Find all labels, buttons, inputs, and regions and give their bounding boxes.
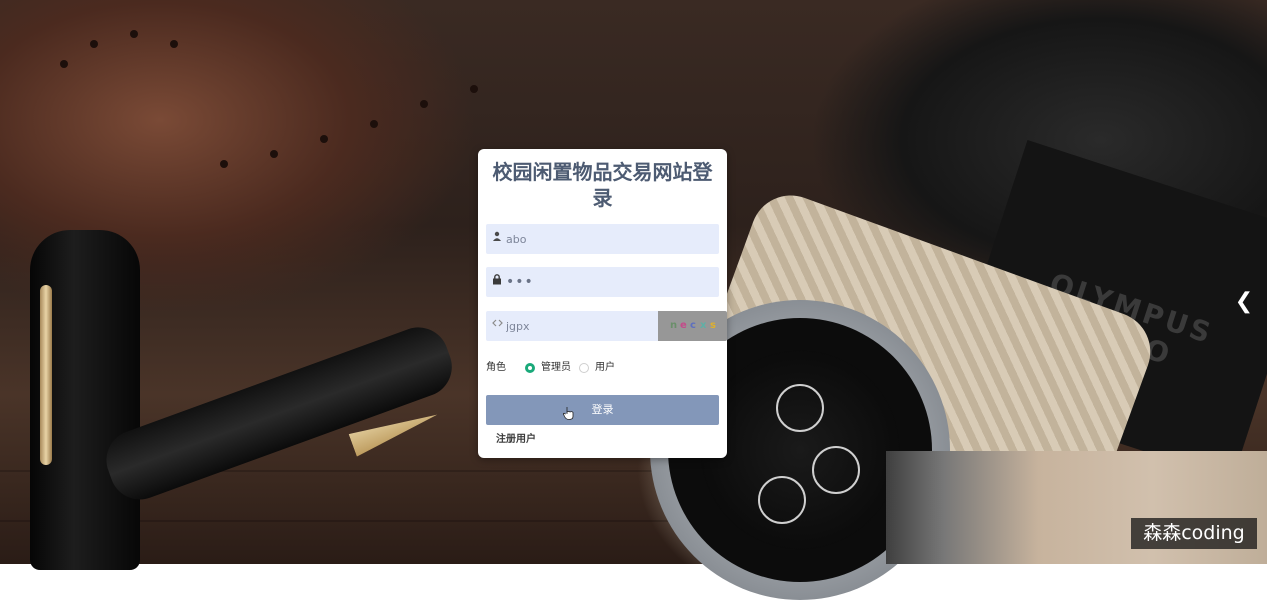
captcha-char: c xyxy=(690,320,696,331)
username-input[interactable] xyxy=(506,228,656,250)
shoe-perforation xyxy=(270,150,278,158)
captcha-char: s xyxy=(710,320,716,331)
login-button[interactable]: 登录 xyxy=(486,395,719,425)
captcha-image[interactable]: n e c x s xyxy=(658,311,727,341)
role-radio-admin[interactable] xyxy=(525,363,535,373)
shoe-perforation xyxy=(90,40,98,48)
username-field[interactable] xyxy=(486,224,719,254)
page-title: 校园闲置物品交易网站登录 xyxy=(492,160,713,210)
captcha-input[interactable] xyxy=(506,315,656,337)
captcha-char: n xyxy=(670,320,678,331)
register-link[interactable]: 注册用户 xyxy=(496,430,536,445)
shoe-perforation xyxy=(170,40,178,48)
lock-icon xyxy=(490,274,504,290)
captcha-char: x xyxy=(700,320,707,331)
password-field[interactable] xyxy=(486,267,719,297)
watch-dial xyxy=(700,350,900,550)
login-card: 校园闲置物品交易网站登录 n e c x s 角色 管理员 用户 登录 xyxy=(478,149,727,458)
user-icon xyxy=(490,231,504,247)
shoe-perforation xyxy=(420,100,428,108)
role-admin-label[interactable]: 管理员 xyxy=(541,360,571,376)
captcha-field[interactable]: n e c x s xyxy=(486,311,727,341)
code-icon xyxy=(490,318,504,334)
shoe-perforation xyxy=(470,85,478,93)
shoe-perforation xyxy=(130,30,138,38)
shoe-perforation xyxy=(220,160,228,168)
role-label: 角色 xyxy=(486,362,506,373)
watch-subdial xyxy=(776,384,824,432)
shoe-perforation xyxy=(370,120,378,128)
captcha-char: e xyxy=(680,320,687,331)
role-user-label[interactable]: 用户 xyxy=(595,360,615,376)
pen-clip xyxy=(40,285,52,465)
watch-subdial xyxy=(812,446,860,494)
watch-subdial xyxy=(758,476,806,524)
password-input[interactable] xyxy=(506,271,656,293)
watermark: 森森coding xyxy=(1131,518,1257,549)
chevron-right-icon[interactable]: ❮ xyxy=(1234,289,1254,315)
shoe-perforation xyxy=(320,135,328,143)
role-selector: 角色 管理员 用户 xyxy=(486,360,719,376)
role-radio-user[interactable] xyxy=(579,363,589,373)
hand-cursor-icon xyxy=(562,406,575,422)
shoe-perforation xyxy=(60,60,68,68)
